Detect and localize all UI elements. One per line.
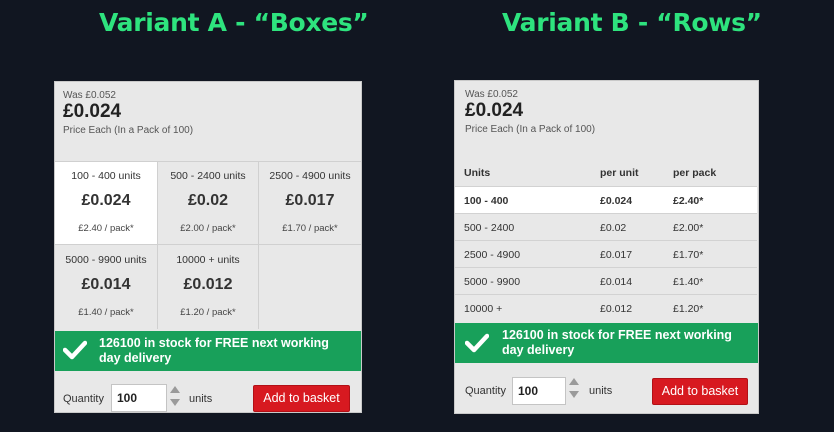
row-per-pack: £1.20* — [673, 303, 704, 315]
was-price: Was £0.052 — [465, 89, 518, 100]
stepper-down-icon[interactable] — [170, 399, 180, 406]
row-per-unit: £0.017 — [600, 249, 633, 261]
box-divider — [55, 161, 361, 162]
variant-a-title: Variant A - “Boxes” — [99, 8, 369, 37]
stock-line-2: day delivery — [99, 351, 172, 365]
units-label: units — [589, 385, 613, 397]
stock-text: 126100 in stock for FREE next working da… — [502, 328, 732, 358]
row-per-unit: £0.012 — [600, 303, 633, 315]
header-per-unit: per unit — [600, 167, 639, 179]
box-unit-price: £0.012 — [183, 276, 233, 293]
box-divider — [157, 161, 158, 329]
row-units: 10000 + — [464, 303, 503, 315]
quantity-input[interactable]: 100 — [512, 377, 566, 405]
box-pack-price: £2.40 / pack* — [78, 223, 134, 234]
row-per-unit: £0.024 — [600, 195, 633, 207]
variant-a-panel: Was £0.052 £0.024 Price Each (In a Pack … — [54, 81, 362, 413]
row-per-pack: £1.70* — [673, 249, 704, 261]
box-unit-price: £0.017 — [285, 192, 335, 209]
price-box[interactable]: 100 - 400 units £0.024 £2.40 / pack* — [55, 161, 157, 244]
price-each-note: Price Each (In a Pack of 100) — [63, 125, 194, 136]
price-box[interactable]: 500 - 2400 units £0.02 £2.00 / pack* — [157, 161, 259, 244]
row-per-pack: £1.40* — [673, 276, 704, 288]
price-box[interactable]: 2500 - 4900 units £0.017 £1.70 / pack* — [259, 161, 361, 244]
header-units: Units — [464, 167, 491, 179]
table-row[interactable]: 100 - 400 £0.024 £2.40* — [455, 186, 757, 213]
table-row[interactable]: 500 - 2400 £0.02 £2.00* — [455, 213, 757, 240]
stock-banner: 126100 in stock for FREE next working da… — [455, 323, 758, 363]
stock-banner: 126100 in stock for FREE next working da… — [55, 331, 361, 371]
current-price: £0.024 — [465, 100, 524, 121]
table-row[interactable]: 2500 - 4900 £0.017 £1.70* — [455, 240, 757, 267]
price-box[interactable]: 5000 - 9900 units £0.014 £1.40 / pack* — [55, 245, 157, 328]
checkmark-icon — [465, 333, 489, 353]
box-unit-price: £0.014 — [81, 276, 131, 293]
box-units: 5000 - 9900 units — [65, 254, 147, 266]
box-units: 500 - 2400 units — [170, 170, 246, 182]
stepper-up-icon[interactable] — [170, 386, 180, 393]
stock-line-2: day delivery — [502, 343, 575, 357]
stock-text: 126100 in stock for FREE next working da… — [99, 336, 329, 366]
stepper-up-icon[interactable] — [569, 378, 579, 385]
box-pack-price: £1.70 / pack* — [282, 223, 338, 234]
table-header-row: Units per unit per pack — [455, 159, 757, 186]
row-per-pack: £2.40* — [673, 195, 704, 207]
current-price: £0.024 — [63, 101, 122, 122]
add-to-basket-button[interactable]: Add to basket — [652, 378, 748, 405]
table-row[interactable]: 10000 + £0.012 £1.20* — [455, 294, 757, 322]
price-header: Was £0.052 £0.024 Price Each (In a Pack … — [55, 82, 361, 136]
box-divider — [258, 161, 259, 329]
price-box[interactable]: 10000 + units £0.012 £1.20 / pack* — [157, 245, 259, 328]
box-units: 10000 + units — [176, 254, 240, 266]
price-header: Was £0.052 £0.024 Price Each (In a Pack … — [455, 81, 758, 135]
variant-b-panel: Was £0.052 £0.024 Price Each (In a Pack … — [454, 80, 759, 414]
row-units: 5000 - 9900 — [464, 276, 521, 288]
variant-b-title: Variant B - “Rows” — [502, 8, 762, 37]
stepper-down-icon[interactable] — [569, 391, 579, 398]
add-to-basket-button[interactable]: Add to basket — [253, 385, 350, 412]
row-per-unit: £0.014 — [600, 276, 633, 288]
table-row[interactable]: 5000 - 9900 £0.014 £1.40* — [455, 267, 757, 294]
units-label: units — [189, 393, 213, 405]
price-each-note: Price Each (In a Pack of 100) — [465, 124, 596, 135]
stock-line-1: 126100 in stock for FREE next working — [99, 336, 329, 350]
quantity-label: Quantity — [465, 385, 506, 397]
box-unit-price: £0.02 — [187, 192, 229, 209]
row-units: 100 - 400 — [464, 195, 509, 207]
quantity-stepper[interactable] — [169, 386, 181, 406]
row-units: 500 - 2400 — [464, 222, 515, 234]
quantity-input[interactable]: 100 — [111, 384, 167, 412]
box-units: 100 - 400 units — [71, 170, 141, 182]
quantity-stepper[interactable] — [568, 378, 580, 398]
box-pack-price: £1.40 / pack* — [78, 307, 134, 318]
was-price: Was £0.052 — [63, 90, 116, 101]
box-pack-price: £2.00 / pack* — [180, 223, 236, 234]
row-per-pack: £2.00* — [673, 222, 704, 234]
stock-line-1: 126100 in stock for FREE next working — [502, 328, 732, 342]
checkmark-icon — [63, 340, 87, 360]
box-divider — [55, 244, 361, 245]
box-unit-price: £0.024 — [81, 192, 131, 209]
row-units: 2500 - 4900 — [464, 249, 521, 261]
header-per-pack: per pack — [673, 167, 717, 179]
quantity-label: Quantity — [63, 393, 104, 405]
box-units: 2500 - 4900 units — [269, 170, 351, 182]
box-pack-price: £1.20 / pack* — [180, 307, 236, 318]
row-per-unit: £0.02 — [600, 222, 627, 234]
